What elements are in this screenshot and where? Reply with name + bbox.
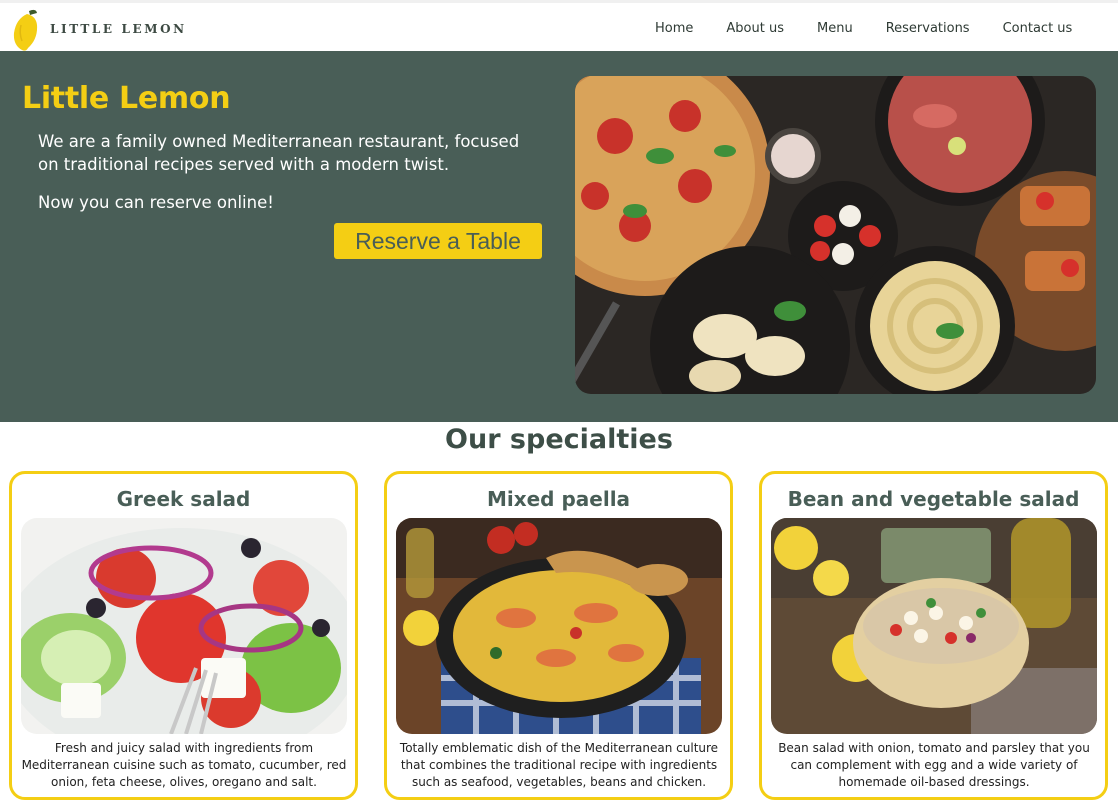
nav-home[interactable]: Home <box>655 21 693 36</box>
bean-vegetable-salad-image <box>771 518 1097 734</box>
main-nav: Home About us Menu Reservations Contact … <box>655 21 1105 36</box>
hero-title: Little Lemon <box>22 81 231 116</box>
specialty-card-greek-salad[interactable]: Greek salad Fresh and juicy salad with i… <box>9 471 358 800</box>
lemon-logo-icon <box>13 9 38 51</box>
nav-contact-us[interactable]: Contact us <box>1003 21 1073 36</box>
card-title: Mixed paella <box>486 487 631 511</box>
hero-reserve-online-text: Now you can reserve online! <box>38 193 274 212</box>
brand-name: LITTLE LEMON <box>50 22 187 36</box>
hero-food-image <box>575 76 1096 394</box>
hero-description: We are a family owned Mediterranean rest… <box>38 132 520 174</box>
card-description: Bean salad with onion, tomato and parsle… <box>778 741 1090 789</box>
mixed-paella-image <box>396 518 722 734</box>
site-header: LITTLE LEMON Home About us Menu Reservat… <box>0 0 1118 51</box>
nav-menu[interactable]: Menu <box>817 21 853 36</box>
logo[interactable]: LITTLE LEMON <box>12 7 187 51</box>
card-title: Bean and vegetable salad <box>787 487 1080 511</box>
greek-salad-image <box>21 518 347 734</box>
reserve-table-button[interactable]: Reserve a Table <box>334 223 542 259</box>
specialties-heading: Our specialties <box>445 424 673 455</box>
specialty-card-bean-vegetable-salad[interactable]: Bean and vegetable salad Bean salad with… <box>759 471 1108 800</box>
card-description: Fresh and juicy salad with ingredients f… <box>21 741 347 789</box>
nav-reservations[interactable]: Reservations <box>886 21 970 36</box>
nav-about-us[interactable]: About us <box>726 21 784 36</box>
card-description: Totally emblematic dish of the Mediterra… <box>399 741 719 789</box>
specialty-card-mixed-paella[interactable]: Mixed paella Totally emblematic dish of … <box>384 471 733 800</box>
card-title: Greek salad <box>116 487 251 511</box>
hero-section: Little Lemon We are a family owned Medit… <box>0 51 1118 422</box>
